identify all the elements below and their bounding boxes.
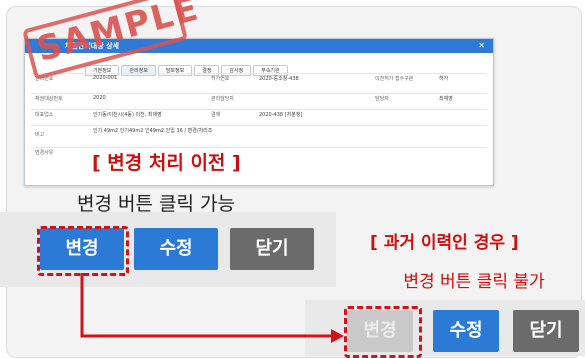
highlight-change-button xyxy=(37,226,129,276)
table-cell: 채권대상번호 xyxy=(35,96,63,102)
table-cell: 결재 xyxy=(211,112,221,118)
table-row: 관리번호 2020-001 허가번호 2020-중소청-438 이전허가 접수구… xyxy=(31,73,487,86)
table-cell: 비고 xyxy=(35,132,45,138)
table-cell: 2020-중소청-438 xyxy=(259,76,299,82)
table-cell: 허가번호 xyxy=(211,76,230,82)
before-heading: [ 변경 처리 이전 ] xyxy=(92,152,241,174)
after-heading: [ 과거 이력인 경우 ] xyxy=(370,233,519,253)
table-cell: 변경사유 xyxy=(35,150,54,156)
close-icon[interactable]: ✕ xyxy=(478,39,485,53)
table-cell: 인기동/이천시(4동) 이천, 최재영 xyxy=(93,112,162,118)
close-button[interactable]: 닫기 xyxy=(230,228,314,270)
table-cell: 2020-438 [처분청] xyxy=(259,112,303,118)
edit-button[interactable]: 수정 xyxy=(433,310,499,352)
table-row: 비고 인기 49m2 인기49m2 인49m2 인입 36 / 변경/처리조 xyxy=(31,125,487,144)
table-cell: 2020 xyxy=(93,95,106,101)
table-cell: 대표업소 xyxy=(35,112,54,118)
table-cell: 관리담당자 xyxy=(211,96,235,102)
highlight-disabled-change-button xyxy=(344,306,422,358)
table-row: 대표업소 인기동/이천시(4동) 이천, 최재영 결재 2020-438 [처분… xyxy=(31,109,487,122)
table-cell: 허가 xyxy=(439,76,449,82)
table-cell: 2020-001 xyxy=(93,75,118,81)
close-button[interactable]: 닫기 xyxy=(513,310,579,352)
after-subtitle: 변경 버튼 클릭 불가 xyxy=(403,272,545,292)
edit-button[interactable]: 수정 xyxy=(134,228,218,270)
table-cell: 인기 49m2 인기49m2 인49m2 인입 36 / 변경/처리조 xyxy=(93,128,213,134)
table-cell: 이전허가 접수구분 xyxy=(375,76,414,82)
table-row: 채권대상번호 2020 관리담당자 담당자 최재영 xyxy=(31,93,487,106)
table-cell: 담당자 xyxy=(375,96,389,102)
table-cell: 최재영 xyxy=(439,96,453,102)
